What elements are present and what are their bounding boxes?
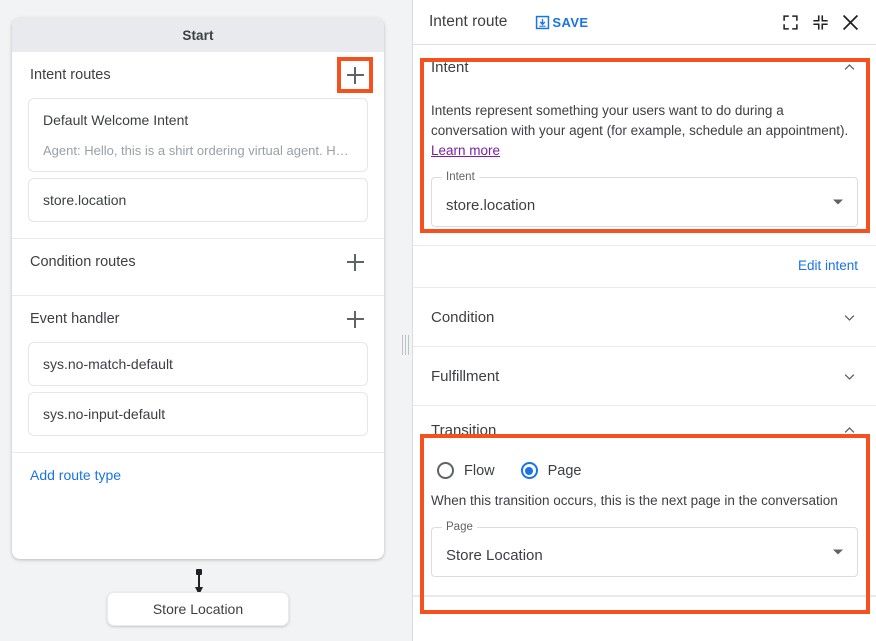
page-title: Intent route <box>429 13 507 31</box>
section-intent-routes: Intent routes Default Welcome Intent Age… <box>12 52 384 239</box>
chevron-down-icon[interactable] <box>840 367 858 385</box>
accordion-fulfillment: Fulfillment <box>413 347 876 406</box>
learn-more-link[interactable]: Learn more <box>431 143 500 158</box>
list-item[interactable]: Default Welcome Intent Agent: Hello, thi… <box>28 98 368 172</box>
start-page-header: Start <box>12 18 384 52</box>
chevron-down-icon[interactable] <box>833 550 843 555</box>
accordion-intent: Intent Intents represent something your … <box>413 45 876 246</box>
radio-page-label: Page <box>548 463 582 479</box>
section-header-condition-routes: Condition routes <box>12 239 384 285</box>
page-select-label: Page <box>442 521 477 533</box>
drag-handle-icon <box>402 335 409 355</box>
save-icon <box>535 15 550 30</box>
expand-icon <box>782 14 799 31</box>
accordion-title-transition: Transition <box>431 422 496 439</box>
accordion-title-fulfillment: Fulfillment <box>431 368 499 385</box>
section-title-event-handler: Event handler <box>30 311 119 327</box>
add-condition-route-button[interactable] <box>342 249 368 275</box>
accordion-header-fulfillment[interactable]: Fulfillment <box>431 347 858 405</box>
route-title: Default Welcome Intent <box>43 110 353 130</box>
expand-panel-button[interactable] <box>776 8 804 36</box>
edit-intent-row: Edit intent <box>413 246 876 288</box>
close-icon <box>841 13 860 32</box>
intent-route-list: Default Welcome Intent Agent: Hello, thi… <box>12 98 384 222</box>
accordion-condition: Condition <box>413 288 876 347</box>
route-subtitle: Agent: Hello, this is a shirt ordering v… <box>43 142 353 160</box>
start-page-card: Start Intent routes Default Welcome Inte… <box>12 18 384 559</box>
add-event-handler-button[interactable] <box>342 306 368 332</box>
section-title-intent-routes: Intent routes <box>30 67 111 83</box>
accordion-trailing-divider <box>413 596 876 597</box>
start-page-title: Start <box>182 28 213 43</box>
add-intent-route-button[interactable] <box>342 62 368 88</box>
radio-circle-selected-icon <box>521 462 538 479</box>
accordion-body-intent: Intents represent something your users w… <box>431 101 858 245</box>
panel-resize-handle[interactable] <box>396 0 412 641</box>
intent-description-text: Intents represent something your users w… <box>431 103 848 138</box>
collapse-icon <box>812 14 829 31</box>
intent-select-value: store.location <box>446 197 535 214</box>
route-title: store.location <box>43 190 353 210</box>
radio-circle-icon <box>437 462 454 479</box>
accordion-title-condition: Condition <box>431 309 494 326</box>
list-item[interactable]: store.location <box>28 178 368 222</box>
save-label: SAVE <box>552 15 588 30</box>
collapse-panel-button[interactable] <box>806 8 834 36</box>
chevron-down-icon[interactable] <box>833 200 843 205</box>
radio-flow[interactable]: Flow <box>437 462 495 479</box>
transition-description: When this transition occurs, this is the… <box>431 491 858 511</box>
section-header-intent-routes: Intent routes <box>12 52 384 98</box>
edit-intent-link[interactable]: Edit intent <box>798 258 858 273</box>
card-empty-space <box>12 495 384 559</box>
radio-page[interactable]: Page <box>521 462 582 479</box>
chevron-down-icon[interactable] <box>840 308 858 326</box>
accordion-header-intent[interactable]: Intent <box>431 45 858 89</box>
event-handler-list: sys.no-match-default sys.no-input-defaul… <box>12 342 384 436</box>
accordion-body-transition: Flow Page When this transition occurs, t… <box>431 462 858 595</box>
route-title: sys.no-match-default <box>43 354 353 374</box>
save-button[interactable]: SAVE <box>535 15 588 30</box>
flow-canvas[interactable]: Start Intent routes Default Welcome Inte… <box>0 0 396 641</box>
chevron-up-icon[interactable] <box>840 421 858 439</box>
detail-panel-header: Intent route SAVE <box>413 0 876 45</box>
intent-description: Intents represent something your users w… <box>431 101 858 161</box>
plus-icon <box>347 67 364 84</box>
page-select-value: Store Location <box>446 547 543 564</box>
section-title-condition-routes: Condition routes <box>30 254 136 270</box>
plus-icon <box>347 311 364 328</box>
list-item[interactable]: sys.no-input-default <box>28 392 368 436</box>
accordion-title-intent: Intent <box>431 59 469 76</box>
route-title: sys.no-input-default <box>43 404 353 424</box>
page-node-store-location[interactable]: Store Location <box>107 592 289 626</box>
close-panel-button[interactable] <box>836 8 864 36</box>
transition-type-radio-group: Flow Page <box>437 462 858 479</box>
intent-select-label: Intent <box>442 171 479 183</box>
accordion-header-condition[interactable]: Condition <box>431 288 858 346</box>
page-node-label: Store Location <box>153 601 243 617</box>
section-header-event-handler: Event handler <box>12 296 384 342</box>
plus-icon <box>347 254 364 271</box>
section-event-handler: Event handler sys.no-match-default sys.n… <box>12 296 384 453</box>
accordion-transition: Transition Flow Page When this transitio… <box>413 406 876 596</box>
chevron-up-icon[interactable] <box>840 58 858 76</box>
page-select[interactable]: Page Store Location <box>431 527 858 577</box>
list-item[interactable]: sys.no-match-default <box>28 342 368 386</box>
section-condition-routes: Condition routes <box>12 239 384 296</box>
accordion-header-transition[interactable]: Transition <box>431 406 858 454</box>
intent-route-detail-panel: Intent route SAVE <box>412 0 876 641</box>
radio-flow-label: Flow <box>464 463 495 479</box>
add-route-type-link[interactable]: Add route type <box>12 453 384 495</box>
intent-select[interactable]: Intent store.location <box>431 177 858 227</box>
